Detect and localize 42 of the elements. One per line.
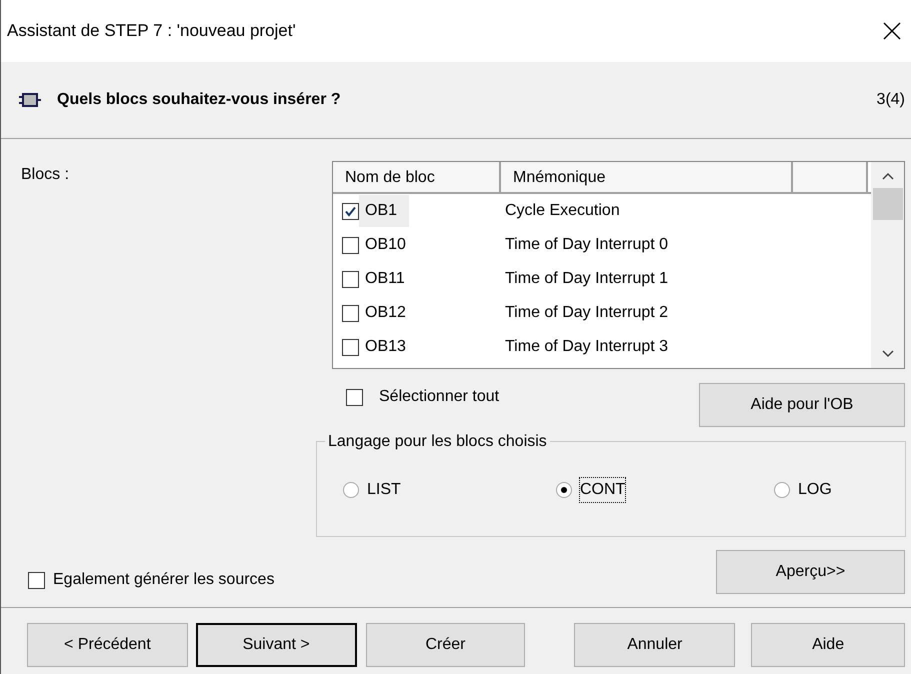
checkbox[interactable]: [346, 388, 363, 406]
table-cell-text: Time of Day Interrupt 3: [505, 337, 668, 357]
checkbox-label[interactable]: Sélectionner tout: [346, 385, 500, 409]
window-title: Assistant de STEP 7 : 'nouveau projet': [7, 20, 296, 42]
table-cell[interactable]: OB12: [359, 297, 418, 329]
scroll-down-icon[interactable]: [882, 350, 894, 358]
radio-option[interactable]: LIST: [343, 478, 556, 502]
block-icon: [19, 93, 41, 107]
table-cell-text: Time of Day Interrupt 0: [505, 235, 668, 255]
block-table[interactable]: Nom de bloc Mnémonique OB1 Cycle Execution OB10 Time of Day Interrupt 0 OB11 Time of Day Interrupt 1 OB12 Time of Day Interrupt 2 OB13 Time of Day Interrupt 3: [332, 161, 905, 369]
field-label: Blocs :: [21, 165, 70, 185]
checkbox[interactable]: [342, 338, 359, 356]
scroll-thumb[interactable]: [872, 188, 902, 220]
dialog-button[interactable]: Annuler: [574, 623, 736, 667]
column-header[interactable]: Nom de bloc: [333, 162, 501, 192]
checkbox[interactable]: [342, 304, 359, 322]
dialog-button[interactable]: Créer: [366, 623, 526, 667]
table-cell-text: Time of Day Interrupt 2: [505, 303, 668, 323]
wizard-heading: Quels blocs souhaitez-vous insérer ?: [57, 90, 342, 110]
checkbox[interactable]: [28, 572, 45, 588]
checkbox[interactable]: [342, 236, 359, 254]
dialog-button[interactable]: Suivant >: [196, 623, 357, 667]
column-header[interactable]: Mnémonique: [501, 162, 793, 192]
dialog-button[interactable]: Aide: [751, 623, 905, 667]
radio-option[interactable]: LOG: [774, 478, 874, 502]
table-cell[interactable]: OB10: [359, 229, 418, 261]
help-button[interactable]: Aide pour l'OB: [699, 383, 905, 427]
scrollbar[interactable]: [871, 162, 904, 368]
table-cell[interactable]: OB11: [359, 263, 417, 295]
close-icon[interactable]: [883, 22, 901, 40]
table-cell-text: Time of Day Interrupt 1: [505, 269, 668, 289]
checkbox[interactable]: [342, 202, 359, 220]
preview-button[interactable]: Aperçu>>: [716, 550, 905, 594]
step-counter: 3(4): [876, 90, 905, 110]
radio-option[interactable]: CONT: [556, 478, 774, 502]
table-cell[interactable]: OB13: [359, 331, 418, 363]
checkbox-label[interactable]: Egalement générer les sources: [28, 568, 274, 592]
table-cell[interactable]: OB1: [359, 195, 410, 227]
table-cell-text: Cycle Execution: [505, 201, 620, 221]
dialog-button[interactable]: < Précédent: [27, 623, 188, 667]
scroll-up-icon[interactable]: [882, 172, 894, 180]
checkbox[interactable]: [342, 270, 359, 288]
